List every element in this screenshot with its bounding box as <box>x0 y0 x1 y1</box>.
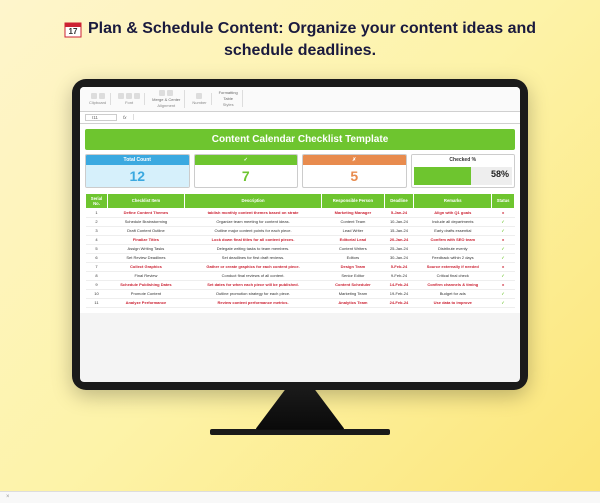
table-row[interactable]: 6Set Review DeadlinesSet deadlines for f… <box>86 253 515 262</box>
page-footer: × <box>0 491 600 503</box>
ribbon-group-alignment[interactable]: Merge & CenterAlignment <box>148 90 185 108</box>
card-checked-percent: Checked % 58% <box>411 154 516 188</box>
column-header[interactable]: Deadline <box>384 193 414 208</box>
card-done: ✓ 7 <box>194 154 299 188</box>
table-row[interactable]: 4Finalize TitlesLock down final titles f… <box>86 235 515 244</box>
column-header[interactable]: Responsible Person <box>322 193 384 208</box>
table-row[interactable]: 3Draft Content OutlineOutline major cont… <box>86 226 515 235</box>
table-row[interactable]: 7Collect GraphicsGather or create graphi… <box>86 262 515 271</box>
spreadsheet-area[interactable]: Content Calendar Checklist Template Tota… <box>80 124 520 313</box>
table-row[interactable]: 8Final ReviewConduct final reviews of al… <box>86 271 515 280</box>
template-title: Content Calendar Checklist Template <box>85 129 515 150</box>
checklist-table[interactable]: Serial No.Checklist ItemDescriptionRespo… <box>85 193 515 308</box>
table-row[interactable]: 5Assign Writing TasksDelegate writing ta… <box>86 244 515 253</box>
ribbon-group-clipboard[interactable]: Clipboard <box>85 93 111 105</box>
progress-fill <box>414 167 471 185</box>
formatting-dropdown[interactable]: Formatting <box>219 90 238 95</box>
column-header[interactable]: Serial No. <box>86 193 108 208</box>
column-header[interactable]: Checklist Item <box>108 193 185 208</box>
cell-reference[interactable]: I11 <box>85 114 117 121</box>
formula-input[interactable] <box>133 114 515 120</box>
card-total-count: Total Count 12 <box>85 154 190 188</box>
table-row[interactable]: 10Promote ContentOutline promotion strat… <box>86 289 515 298</box>
merge-center-button[interactable]: Merge & Center <box>152 97 180 102</box>
ribbon-group-font[interactable]: Font <box>114 93 145 105</box>
formula-bar[interactable]: I11 fx <box>80 112 520 124</box>
svg-text:17: 17 <box>69 27 78 36</box>
ribbon-group-styles[interactable]: Formatting TableStyles <box>215 90 243 107</box>
table-row[interactable]: 2Schedule BrainstormingOrganize team mee… <box>86 217 515 226</box>
table-row[interactable]: 1Define Content Themestablish monthly co… <box>86 208 515 217</box>
summary-cards: Total Count 12 ✓ 7 ✗ 5 Checked % 58% <box>85 154 515 188</box>
ribbon-toolbar[interactable]: Clipboard Font Merge & CenterAlignment N… <box>80 87 520 112</box>
calendar-icon: 17 <box>64 20 82 38</box>
progress-bar: 58% <box>414 167 513 185</box>
fx-icon[interactable]: fx <box>123 115 127 120</box>
column-header[interactable]: Status <box>492 193 515 208</box>
table-row[interactable]: 9Schedule Publishing DatesSet dates for … <box>86 280 515 289</box>
page-headline: 17 Plan & Schedule Content: Organize you… <box>0 0 600 71</box>
headline-text: Plan & Schedule Content: Organize your c… <box>88 20 536 59</box>
table-row[interactable]: 11Analyze PerformanceReview content perf… <box>86 298 515 307</box>
column-header[interactable]: Remarks <box>414 193 492 208</box>
table-dropdown[interactable]: Table <box>223 96 233 101</box>
ribbon-group-number[interactable]: Number <box>188 93 211 105</box>
card-pending: ✗ 5 <box>302 154 407 188</box>
monitor-frame: Clipboard Font Merge & CenterAlignment N… <box>72 79 528 390</box>
monitor-stand <box>255 388 345 430</box>
screen: Clipboard Font Merge & CenterAlignment N… <box>80 87 520 382</box>
column-header[interactable]: Description <box>184 193 321 208</box>
